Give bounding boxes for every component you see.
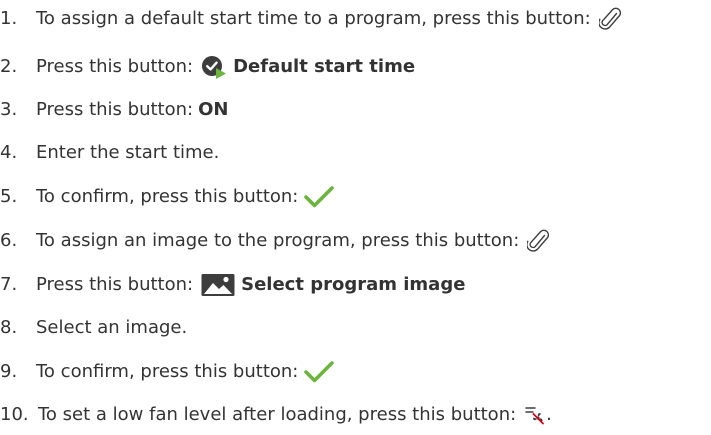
step-number: 8. <box>0 317 18 338</box>
select-program-image-label: Select program image <box>241 274 466 295</box>
low-fan-icon <box>524 405 546 425</box>
step-number: 6. <box>0 230 18 251</box>
list-item: 3. Press this button: ON <box>0 93 228 127</box>
step-text: Select an image. <box>36 317 188 338</box>
step-number: 1. <box>0 8 18 29</box>
default-start-time-icon <box>201 55 227 79</box>
list-item: 2. Press this button: Default start time <box>0 50 415 84</box>
step-text: Press this button: <box>36 99 194 120</box>
step-number: 7. <box>0 274 18 295</box>
list-item: 4. Enter the start time. <box>0 136 219 170</box>
list-item: 7. Press this button: Select program ima… <box>0 268 465 302</box>
step-text: To assign a default start time to a prog… <box>36 8 591 29</box>
instruction-list: 1. To assign a default start time to a p… <box>0 0 711 435</box>
list-item: 10. To set a low fan level after loading… <box>0 398 552 432</box>
checkmark-icon <box>303 359 335 385</box>
list-item: 5. To confirm, press this button: <box>0 180 335 214</box>
paperclip-icon <box>527 229 550 253</box>
step-number: 4. <box>0 142 18 163</box>
step-text: Press this button: <box>36 56 194 77</box>
list-item: 1. To assign a default start time to a p… <box>0 2 621 36</box>
on-button-label: ON <box>198 99 229 120</box>
step-number: 5. <box>0 186 18 207</box>
checkmark-icon <box>303 184 335 210</box>
list-item: 8. Select an image. <box>0 311 187 345</box>
step-text: Press this button: <box>36 274 194 295</box>
step-text: To confirm, press this button: <box>36 186 299 207</box>
step-text: Enter the start time. <box>36 142 220 163</box>
step-text: To confirm, press this button: <box>36 361 299 382</box>
list-item: 9. To confirm, press this button: <box>0 355 335 389</box>
list-item: 6. To assign an image to the program, pr… <box>0 224 550 258</box>
step-number: 2. <box>0 56 18 77</box>
paperclip-icon <box>598 7 621 31</box>
step-number: 9. <box>0 361 18 382</box>
step-number: 3. <box>0 99 18 120</box>
step-text: To assign an image to the program, press… <box>36 230 520 251</box>
step-suffix: . <box>546 404 552 425</box>
image-icon <box>201 273 235 297</box>
step-text: To set a low fan level after loading, pr… <box>38 404 517 425</box>
default-start-time-label: Default start time <box>233 56 416 77</box>
step-number: 10. <box>0 404 29 425</box>
